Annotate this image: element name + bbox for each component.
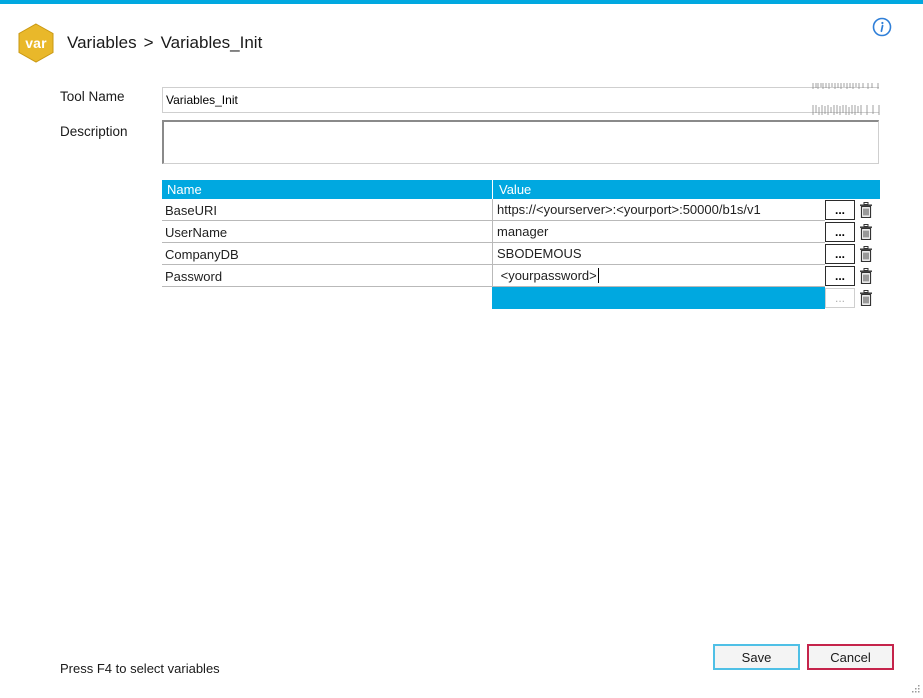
variable-name-cell[interactable]: BaseURI — [162, 199, 492, 221]
info-icon[interactable] — [872, 17, 892, 37]
trash-icon[interactable] — [859, 202, 873, 218]
grid-header: Name Value — [162, 180, 880, 199]
trash-icon[interactable] — [859, 268, 873, 284]
variable-name-cell[interactable]: Password — [162, 265, 492, 287]
value-picker-button[interactable]: ... — [825, 244, 855, 264]
f4-hint-text: Press F4 to select variables — [60, 661, 220, 676]
top-accent-strip — [0, 0, 923, 4]
table-row: Password <yourpassword> ... — [162, 265, 880, 287]
variable-name-cell[interactable]: UserName — [162, 221, 492, 243]
variable-value-cell[interactable]: https://<yourserver>:<yourport>:50000/b1… — [492, 199, 825, 221]
logo-label: var — [25, 35, 47, 51]
tool-name-input[interactable] — [162, 87, 879, 113]
cancel-button[interactable]: Cancel — [807, 644, 894, 670]
trash-icon[interactable] — [859, 246, 873, 262]
breadcrumb-item-current: Variables_Init — [160, 33, 263, 52]
value-picker-button[interactable]: ... — [825, 288, 855, 308]
page-header: var Variables > Variables_Init — [16, 22, 262, 64]
save-button[interactable]: Save — [713, 644, 800, 670]
column-header-name[interactable]: Name — [167, 182, 202, 197]
table-row: BaseURI https://<yourserver>:<yourport>:… — [162, 199, 880, 221]
tool-name-label: Tool Name — [60, 89, 125, 104]
trash-icon[interactable] — [859, 224, 873, 240]
breadcrumb: Variables > Variables_Init — [67, 33, 262, 53]
value-picker-button[interactable]: ... — [825, 266, 855, 286]
resize-grip-icon[interactable] — [909, 684, 921, 696]
trash-icon[interactable] — [859, 290, 873, 306]
variable-value-cell[interactable]: SBODEMOUS — [492, 243, 825, 265]
variables-hexagon-icon: var — [16, 23, 56, 63]
description-label: Description — [60, 124, 128, 139]
variable-name-cell[interactable]: CompanyDB — [162, 243, 492, 265]
column-divider — [492, 180, 493, 199]
variables-grid: Name Value BaseURI https://<yourserver>:… — [162, 180, 880, 309]
new-variable-value-cell[interactable] — [492, 287, 825, 309]
table-row: UserName manager ... — [162, 221, 880, 243]
breadcrumb-separator: > — [143, 33, 154, 52]
breadcrumb-item-variables[interactable]: Variables — [67, 33, 137, 52]
value-picker-button[interactable]: ... — [825, 222, 855, 242]
table-row: CompanyDB SBODEMOUS ... — [162, 243, 880, 265]
column-header-value[interactable]: Value — [499, 182, 531, 197]
value-picker-button[interactable]: ... — [825, 200, 855, 220]
description-textarea[interactable] — [162, 120, 879, 164]
new-variable-row: ... — [162, 287, 880, 309]
variable-value-cell[interactable]: <yourpassword> — [492, 265, 825, 287]
variable-value-cell[interactable]: manager — [492, 221, 825, 243]
